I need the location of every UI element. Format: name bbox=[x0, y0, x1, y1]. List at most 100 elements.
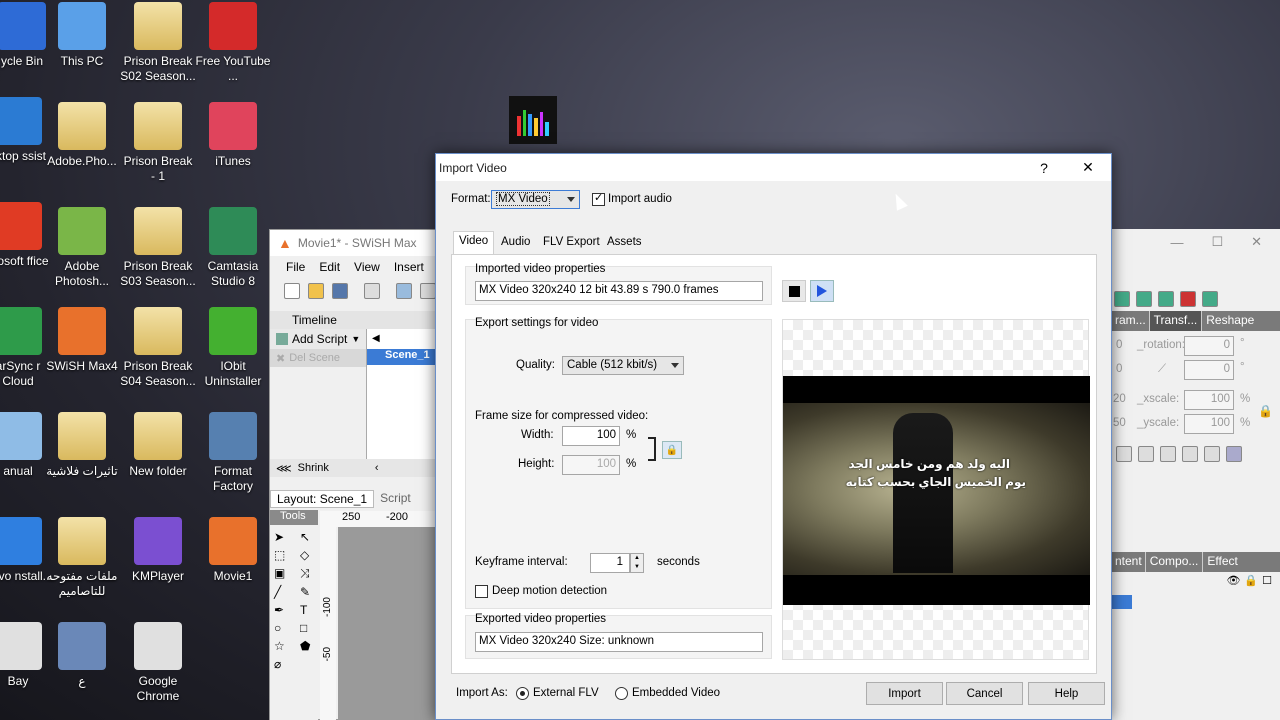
desktop-icon[interactable]: KMPlayer bbox=[120, 517, 196, 584]
help-button[interactable]: Help bbox=[1028, 682, 1105, 705]
text-icon[interactable] bbox=[1202, 291, 1218, 307]
stage-canvas[interactable] bbox=[338, 527, 436, 720]
open-icon[interactable] bbox=[308, 283, 324, 299]
rectangle-tool-icon[interactable]: □ bbox=[300, 621, 322, 635]
break-icon[interactable] bbox=[1180, 291, 1196, 307]
desktop-icon[interactable]: Free YouTube ... bbox=[195, 2, 271, 84]
desktop-icon[interactable]: IObit Uninstaller bbox=[195, 307, 271, 389]
action-icon[interactable] bbox=[1116, 446, 1132, 462]
lock-icon[interactable]: 🔒 bbox=[1258, 404, 1273, 418]
desktop-icon[interactable]: New folder bbox=[120, 412, 196, 479]
play-button[interactable] bbox=[810, 280, 834, 302]
motion-tool-icon[interactable]: ⤨ bbox=[300, 566, 322, 581]
tab-transform[interactable]: Transf... bbox=[1149, 311, 1203, 331]
rotation-field[interactable]: 0 bbox=[1184, 336, 1234, 356]
scroll-left-icon[interactable]: ‹ bbox=[375, 462, 379, 474]
desktop-icon[interactable]: Format Factory bbox=[195, 412, 271, 494]
tab-reshape[interactable]: Reshape bbox=[1202, 311, 1258, 331]
minimize-icon[interactable]: — bbox=[1170, 235, 1183, 250]
desktop-icon[interactable]: Prison Break S03 Season... bbox=[120, 207, 196, 289]
menu-file[interactable]: File bbox=[286, 260, 305, 274]
width-field[interactable]: 100 bbox=[562, 426, 620, 446]
desktop-icon[interactable]: ع bbox=[44, 622, 120, 689]
tab-content[interactable]: ntent bbox=[1112, 552, 1146, 572]
tab-video[interactable]: Video bbox=[453, 231, 495, 255]
desktop-icon[interactable]: Adobe Photosh... bbox=[44, 207, 120, 289]
preview-icon[interactable] bbox=[364, 283, 380, 299]
tab-components[interactable]: Compo... bbox=[1146, 552, 1204, 572]
external-flv-radio[interactable] bbox=[516, 687, 529, 700]
desktop-icon[interactable]: Prison Break S02 Season... bbox=[120, 2, 196, 84]
action-icon[interactable] bbox=[1138, 446, 1154, 462]
height-field[interactable]: 100 bbox=[562, 455, 620, 475]
import-audio-checkbox[interactable]: ✓ bbox=[592, 192, 605, 206]
pencil-tool-icon[interactable]: ✎ bbox=[300, 585, 322, 599]
fill-tool-icon[interactable]: ▣ bbox=[274, 566, 296, 581]
ellipse-tool-icon[interactable]: ○ bbox=[274, 621, 296, 635]
keyframe-field[interactable]: 1 bbox=[590, 553, 630, 573]
audio-app-icon[interactable] bbox=[509, 96, 557, 144]
reshape-tool-icon[interactable]: ◇ bbox=[300, 548, 322, 562]
eyedropper-tool-icon[interactable]: ⌀ bbox=[274, 657, 296, 671]
xscale-field[interactable]: 100 bbox=[1184, 390, 1234, 410]
embedded-video-radio[interactable] bbox=[615, 687, 628, 700]
action-icon[interactable] bbox=[1226, 446, 1242, 462]
desktop-icon[interactable]: This PC bbox=[44, 2, 120, 69]
align-icon[interactable] bbox=[1114, 291, 1130, 307]
tab-assets[interactable]: Assets bbox=[602, 233, 647, 253]
line-tool-icon[interactable]: ╱ bbox=[274, 585, 296, 599]
group-icon[interactable] bbox=[1136, 291, 1152, 307]
action-icon[interactable] bbox=[1182, 446, 1198, 462]
action-icon[interactable] bbox=[1160, 446, 1176, 462]
maximize-icon[interactable]: ☐ bbox=[1211, 234, 1223, 250]
keyframe-spinner[interactable]: ▲ ▼ bbox=[630, 553, 644, 573]
desktop-icon[interactable]: Camtasia Studio 8 bbox=[195, 207, 271, 289]
layout-tab[interactable]: Layout: Scene_1 bbox=[270, 490, 375, 508]
desktop-icon[interactable]: ملفات مفتوحه للتاصاميم bbox=[44, 517, 120, 599]
eye-icon[interactable]: 👁 bbox=[1226, 574, 1240, 587]
tab-program[interactable]: ram... bbox=[1112, 311, 1150, 331]
convert-icon[interactable] bbox=[1158, 291, 1174, 307]
desktop-icon[interactable]: تاثيرات فلاشية bbox=[44, 412, 120, 479]
quality-select[interactable]: Cable (512 kbit/s) bbox=[562, 356, 684, 375]
tab-audio[interactable]: Audio bbox=[496, 233, 535, 253]
lock-icon[interactable]: 🔒 bbox=[1244, 574, 1258, 587]
tab-effect[interactable]: Effect bbox=[1203, 552, 1241, 572]
cancel-button[interactable]: Cancel bbox=[946, 682, 1023, 705]
help-icon[interactable]: ? bbox=[1026, 154, 1062, 181]
skew-field[interactable]: 0 bbox=[1184, 360, 1234, 380]
star-tool-icon[interactable]: ☆ bbox=[274, 639, 296, 653]
stop-button[interactable] bbox=[782, 280, 806, 302]
move-icon[interactable] bbox=[396, 283, 412, 299]
menu-view[interactable]: View bbox=[354, 260, 380, 274]
content-selected-row[interactable] bbox=[1112, 595, 1132, 609]
tab-flv-export[interactable]: FLV Export bbox=[538, 233, 605, 253]
script-tab[interactable]: Script bbox=[374, 490, 417, 508]
format-select[interactable]: MX Video bbox=[491, 190, 580, 209]
menu-edit[interactable]: Edit bbox=[319, 260, 340, 274]
save-icon[interactable] bbox=[332, 283, 348, 299]
shrink-label[interactable]: Shrink bbox=[298, 462, 329, 474]
select-tool-icon[interactable]: ➤ bbox=[274, 530, 296, 544]
pen-tool-icon[interactable]: ✒ bbox=[274, 603, 296, 617]
text-tool-icon[interactable]: T bbox=[300, 603, 322, 617]
yscale-field[interactable]: 100 bbox=[1184, 414, 1234, 434]
desktop-icon[interactable]: Prison Break S04 Season... bbox=[120, 307, 196, 389]
desktop-icon[interactable]: Prison Break - 1 bbox=[120, 102, 196, 184]
import-button[interactable]: Import bbox=[866, 682, 943, 705]
outline-icon[interactable]: ☐ bbox=[1262, 574, 1272, 587]
desktop-icon[interactable]: Adobe.Pho... bbox=[44, 102, 120, 169]
desktop-icon[interactable]: Google Chrome bbox=[120, 622, 196, 704]
subselect-tool-icon[interactable]: ↖ bbox=[300, 530, 322, 544]
transform-tool-icon[interactable]: ⬚ bbox=[274, 548, 296, 562]
scene-row[interactable]: Scene_1 bbox=[367, 349, 436, 365]
close-icon[interactable]: ✕ bbox=[1070, 154, 1106, 181]
autoshape-tool-icon[interactable]: ⬟ bbox=[300, 639, 322, 653]
lock-aspect-button[interactable]: 🔒 bbox=[662, 441, 682, 459]
desktop-icon[interactable]: SWiSH Max4 bbox=[44, 307, 120, 374]
shrink-icon[interactable]: ⋘ bbox=[276, 462, 292, 475]
timeline-arrow-left[interactable]: ◀ bbox=[372, 333, 380, 344]
menu-insert[interactable]: Insert bbox=[394, 260, 424, 274]
new-icon[interactable] bbox=[284, 283, 300, 299]
deep-motion-checkbox[interactable] bbox=[475, 585, 488, 598]
